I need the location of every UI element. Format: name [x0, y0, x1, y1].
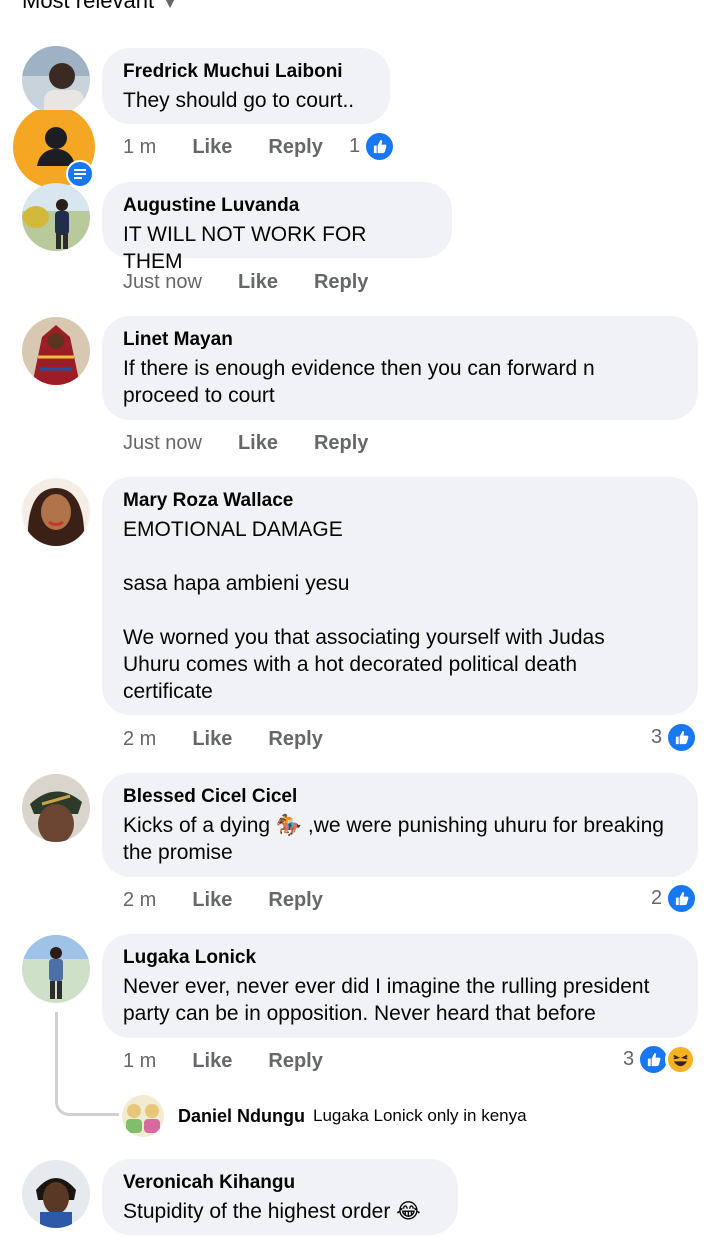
thread-connector: [55, 1012, 119, 1116]
comment-bubble: Lugaka Lonick Never ever, never ever did…: [102, 934, 698, 1038]
comment-actions: Just now Like Reply: [123, 428, 368, 458]
reply-button[interactable]: Reply: [268, 889, 322, 912]
comment-bubble: Veronicah Kihangu Stupidity of the highe…: [102, 1159, 458, 1235]
comment-author[interactable]: Fredrick Muchui Laiboni: [123, 60, 368, 84]
reply-text: Lugaka Lonick only in kenya: [313, 1106, 527, 1125]
comment-author[interactable]: Linet Mayan: [123, 328, 676, 352]
reply-author[interactable]: Daniel Ndungu: [178, 1106, 305, 1127]
reaction-count: 1: [349, 134, 361, 157]
reaction-count: 3: [623, 1047, 635, 1070]
comment-text: Stupidity of the highest order 😂: [123, 1200, 421, 1223]
reply-button[interactable]: Reply: [268, 1050, 322, 1073]
messenger-chat-head[interactable]: [6, 106, 98, 188]
like-reaction-icon: [364, 130, 396, 162]
comment-actions: 2 m Like Reply: [123, 724, 323, 754]
avatar[interactable]: [122, 1095, 164, 1137]
reaction-summary[interactable]: 3: [623, 1043, 697, 1075]
comment-bubble: Mary Roza Wallace EMOTIONAL DAMAGE sasa …: [102, 477, 698, 715]
avatar[interactable]: [22, 774, 90, 842]
reply-button[interactable]: Reply: [314, 432, 368, 455]
horse-racing-emoji: 🏇: [275, 814, 303, 837]
laughing-emoji: 😂: [396, 1200, 421, 1223]
comment-text: EMOTIONAL DAMAGE sasa hapa ambieni yesu …: [123, 518, 605, 703]
comment-time[interactable]: 2 m: [123, 728, 156, 751]
avatar[interactable]: [22, 935, 90, 1003]
comment-time[interactable]: Just now: [123, 432, 202, 455]
comment-bubble: Fredrick Muchui Laiboni They should go t…: [102, 48, 390, 124]
comment-actions: Just now Like Reply: [123, 267, 368, 297]
comment-actions: 2 m Like Reply: [123, 885, 323, 915]
avatar[interactable]: [22, 46, 90, 114]
comment-author[interactable]: Augustine Luvanda: [123, 194, 430, 218]
like-button[interactable]: Like: [238, 432, 278, 455]
comment-bubble: Linet Mayan If there is enough evidence …: [102, 316, 698, 420]
comment-author[interactable]: Mary Roza Wallace: [123, 489, 676, 513]
reaction-count: 2: [651, 886, 663, 909]
like-button[interactable]: Like: [192, 889, 232, 912]
like-button[interactable]: Like: [192, 136, 232, 159]
comment-text: Never ever, never ever did I imagine the…: [123, 975, 650, 1025]
comment-text: Kicks of a dying 🏇 ,we were punishing uh…: [123, 814, 664, 864]
reply-preview[interactable]: Daniel Ndungu Lugaka Lonick only in keny…: [122, 1094, 527, 1138]
reply-button[interactable]: Reply: [314, 271, 368, 294]
comment-time[interactable]: 1 m: [123, 1050, 156, 1073]
avatar[interactable]: [22, 478, 90, 546]
avatar[interactable]: [22, 317, 90, 385]
reaction-summary[interactable]: 2: [651, 882, 698, 914]
comment-text: They should go to court..: [123, 89, 355, 112]
comment-actions: 1 m Like Reply: [123, 132, 323, 162]
comment-time[interactable]: 1 m: [123, 136, 156, 159]
comment-actions: 1 m Like Reply: [123, 1046, 323, 1076]
avatar[interactable]: [22, 183, 90, 251]
comment-author[interactable]: Lugaka Lonick: [123, 946, 676, 970]
reaction-count: 3: [651, 725, 663, 748]
comment-time[interactable]: Just now: [123, 271, 202, 294]
comment-bubble: Blessed Cicel Cicel Kicks of a dying 🏇 ,…: [102, 773, 698, 877]
like-reaction-icon: [666, 882, 698, 914]
like-button[interactable]: Like: [238, 271, 278, 294]
reply-button[interactable]: Reply: [268, 136, 322, 159]
sort-label: Most relevant: [22, 0, 155, 13]
comment-author[interactable]: Blessed Cicel Cicel: [123, 785, 676, 809]
comment-text: If there is enough evidence then you can…: [123, 357, 595, 407]
like-reaction-icon: [666, 721, 698, 753]
comment-bubble: Augustine Luvanda IT WILL NOT WORK FOR T…: [102, 182, 452, 273]
chevron-down-icon: ▼: [162, 0, 178, 12]
comment-time[interactable]: 2 m: [123, 889, 156, 912]
reaction-summary[interactable]: 3: [651, 721, 698, 753]
reaction-summary[interactable]: 1: [349, 130, 396, 162]
haha-reaction-icon: [665, 1043, 697, 1075]
sort-dropdown[interactable]: Most relevant ▼: [22, 0, 178, 14]
like-button[interactable]: Like: [192, 728, 232, 751]
comment-author[interactable]: Veronicah Kihangu: [123, 1171, 436, 1195]
like-button[interactable]: Like: [192, 1050, 232, 1073]
reply-button[interactable]: Reply: [268, 728, 322, 751]
avatar[interactable]: [22, 1160, 90, 1228]
